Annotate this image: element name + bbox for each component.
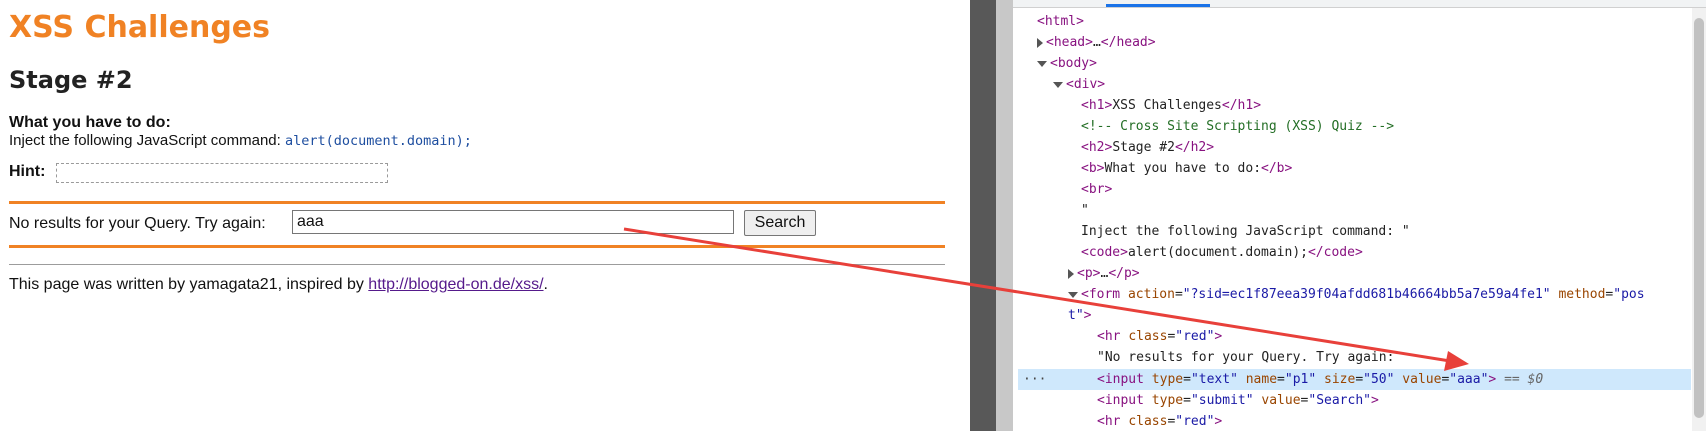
dom-text-node[interactable]: " [1081, 200, 1089, 221]
dom-node-head[interactable]: <head>…</head> [1037, 32, 1156, 53]
todo-title: What you have to do: [9, 114, 171, 131]
dom-text-node[interactable]: "No results for your Query. Try again: [1097, 347, 1394, 368]
devtools-gutter [996, 0, 1013, 431]
dom-node-body[interactable]: <body> [1037, 53, 1097, 74]
dom-node-hr[interactable]: <hr class="red"> [1097, 411, 1222, 431]
dom-node-form-wrap: t"> [1068, 308, 1092, 323]
dom-node-h1[interactable]: <h1>XSS Challenges</h1> [1081, 95, 1261, 116]
dom-text: alert(document.domain); [1127, 245, 1308, 260]
dom-node-form[interactable]: <form action="?sid=ec1f87eea39f04afdd681… [1068, 284, 1645, 305]
collapse-triangle-icon[interactable] [1053, 81, 1063, 88]
selected-marker: == $0 [1504, 372, 1544, 387]
red-rule-bottom [9, 245, 945, 248]
dom-text: Stage #2 [1112, 140, 1175, 155]
stage-heading: Stage #2 [9, 66, 133, 94]
query-label: No results for your Query. Try again: [9, 215, 266, 232]
devtools-elements-panel: ··· <html> <head>…</head> <body> <div> <… [1013, 0, 1706, 431]
dom-node-input-text[interactable]: <input type="text" name="p1" size="50" v… [1097, 369, 1543, 390]
footer: This page was written by yamagata21, ins… [9, 276, 548, 294]
window-divider[interactable] [970, 0, 996, 431]
footer-link[interactable]: http://blogged-on.de/xss/ [368, 276, 543, 293]
dom-node-hr[interactable]: <hr class="red"> [1097, 326, 1222, 347]
red-rule-top [9, 201, 945, 204]
todo-code: alert(document.domain); [284, 133, 472, 149]
todo-text-label: Inject the following JavaScript command: [9, 132, 285, 149]
collapse-triangle-icon[interactable] [1068, 291, 1078, 298]
dom-node-p[interactable]: <p>…</p> [1068, 263, 1140, 284]
dom-node-input-submit[interactable]: <input type="submit" value="Search"> [1097, 390, 1379, 411]
devtools-scrollbar[interactable] [1692, 8, 1706, 431]
scrollbar-thumb[interactable] [1694, 18, 1704, 418]
search-button[interactable]: Search [744, 210, 816, 236]
dom-node-div[interactable]: <div> [1053, 74, 1105, 95]
collapse-triangle-icon[interactable] [1037, 60, 1047, 67]
todo-text: Inject the following JavaScript command:… [9, 132, 472, 149]
search-input[interactable] [292, 210, 734, 234]
gray-rule [9, 264, 945, 265]
dom-text: What you have to do: [1104, 161, 1262, 176]
dom-tag: <html> [1037, 14, 1084, 29]
node-actions-icon[interactable]: ··· [1023, 369, 1046, 390]
dom-node-b[interactable]: <b>What you have to do:</b> [1081, 158, 1292, 179]
dom-text: XSS Challenges [1112, 98, 1222, 113]
dom-node-code[interactable]: <code>alert(document.domain);</code> [1081, 242, 1363, 263]
footer-end: . [543, 276, 548, 293]
dom-node-h2[interactable]: <h2>Stage #2</h2> [1081, 137, 1214, 158]
page-title: XSS Challenges [9, 10, 271, 45]
hint-box [56, 163, 388, 183]
dom-node-comment[interactable]: <!-- Cross Site Scripting (XSS) Quiz --> [1081, 116, 1394, 137]
dom-text-node[interactable]: Inject the following JavaScript command:… [1081, 221, 1410, 242]
hint-label: Hint: [9, 163, 46, 180]
web-page: XSS Challenges Stage #2 What you have to… [0, 0, 970, 431]
footer-text: This page was written by yamagata21, ins… [9, 276, 369, 293]
active-tab-indicator [1106, 4, 1210, 7]
expand-triangle-icon[interactable] [1037, 37, 1043, 48]
dom-node-br[interactable]: <br> [1081, 179, 1112, 200]
expand-triangle-icon[interactable] [1068, 268, 1074, 279]
dom-node-html[interactable]: <html> [1037, 11, 1084, 32]
